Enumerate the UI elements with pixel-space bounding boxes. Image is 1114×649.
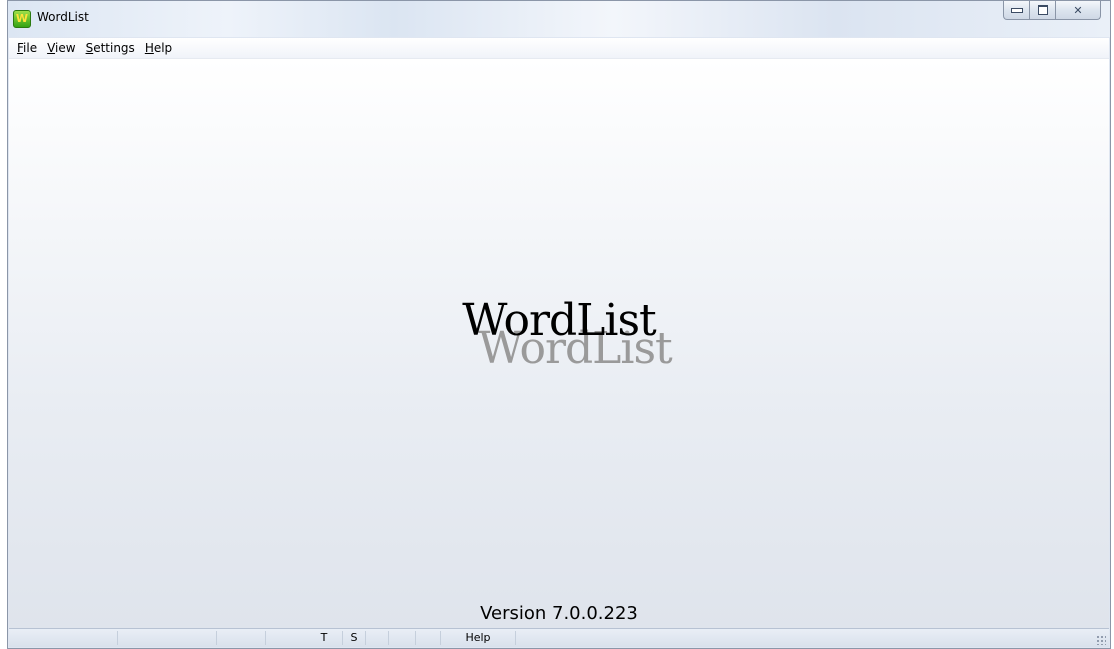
minimize-button[interactable] <box>1003 1 1030 20</box>
status-cell-s: S <box>343 631 366 645</box>
menu-bar: File View Settings Help <box>9 38 1109 59</box>
resize-grip-icon[interactable] <box>1096 635 1106 645</box>
menu-help-label: elp <box>153 41 173 55</box>
window-title: WordList <box>37 10 89 24</box>
close-button[interactable]: ✕ <box>1056 1 1101 20</box>
splash-area: WordList WordList Version 7.0.0.223 <box>9 59 1109 628</box>
status-cell-6 <box>416 631 441 645</box>
status-cell-help: Help <box>441 631 516 645</box>
status-cell-3 <box>217 631 266 645</box>
status-bar: T S Help <box>9 628 1109 647</box>
status-help: Help <box>465 631 491 644</box>
menu-help-hotkey: H <box>144 41 154 55</box>
menu-view-hotkey: V <box>47 41 56 55</box>
status-cell-2 <box>118 631 217 645</box>
app-icon[interactable]: W <box>13 10 31 28</box>
title-bar[interactable]: W WordList ✕ <box>8 1 1110 37</box>
menu-help[interactable]: Help <box>140 38 177 58</box>
status-cell-5 <box>389 631 416 645</box>
menu-file-label: ile <box>23 41 38 55</box>
window-controls: ✕ <box>1003 1 1101 21</box>
menu-file[interactable]: File <box>12 38 42 58</box>
version-label: Version 7.0.0.223 <box>480 603 638 624</box>
close-icon: ✕ <box>1073 3 1083 17</box>
status-t: T <box>320 631 328 644</box>
status-cell-t: T <box>266 631 343 645</box>
menu-settings[interactable]: Settings <box>81 38 140 58</box>
maximize-icon <box>1037 5 1048 15</box>
status-s: S <box>350 631 358 644</box>
app-window: W WordList ✕ File View Settings Help Wor… <box>7 0 1111 649</box>
maximize-button[interactable] <box>1030 1 1056 20</box>
status-cell-1 <box>9 631 118 645</box>
app-logo-text: WordList <box>462 295 656 346</box>
menu-view-label: iew <box>55 41 76 55</box>
status-cell-4 <box>366 631 389 645</box>
menu-settings-label: ettings <box>93 41 135 55</box>
minimize-icon <box>1010 7 1023 13</box>
menu-view[interactable]: View <box>42 38 80 58</box>
